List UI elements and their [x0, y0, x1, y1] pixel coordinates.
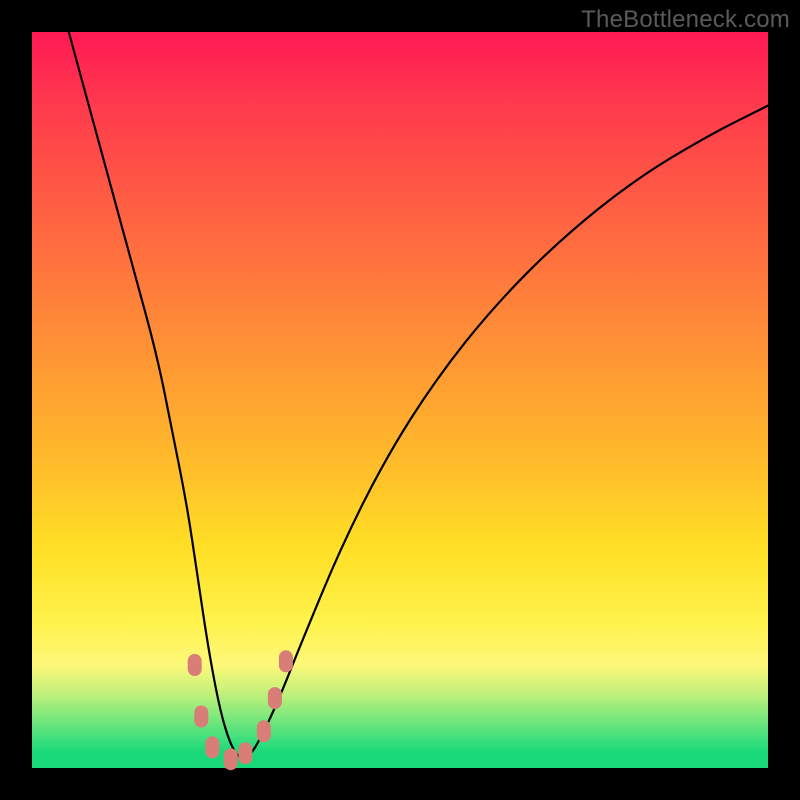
curve-marker	[224, 748, 238, 770]
curve-marker	[268, 687, 282, 709]
chart-svg	[32, 32, 768, 768]
outer-frame: TheBottleneck.com	[0, 0, 800, 800]
watermark-text: TheBottleneck.com	[581, 6, 790, 34]
curve-marker	[238, 742, 252, 764]
plot-area	[32, 32, 768, 768]
curve-marker	[188, 654, 202, 676]
curve-marker	[205, 736, 219, 758]
bottleneck-curve	[69, 32, 768, 758]
curve-marker	[257, 720, 271, 742]
curve-marker	[279, 650, 293, 672]
curve-marker	[194, 706, 208, 728]
curve-markers	[188, 650, 293, 770]
